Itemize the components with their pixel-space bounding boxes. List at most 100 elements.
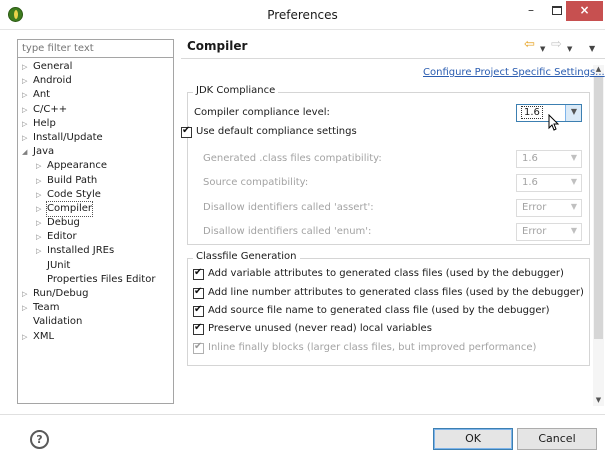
expand-triangle-icon[interactable]: ▷: [22, 88, 30, 102]
preferences-tree[interactable]: ▷ General ▷ Android ▷ Ant ▷ C/C++ ▷ Help ▷ Install/…: [17, 58, 174, 404]
maximize-icon: [552, 6, 562, 15]
tree-item[interactable]: ▷ Editor: [18, 230, 173, 244]
scroll-thumb[interactable]: [594, 76, 603, 339]
tree-item[interactable]: Properties Files Editor: [18, 273, 173, 287]
forward-history-dropdown-icon[interactable]: ▼: [567, 42, 572, 56]
tree-item[interactable]: ▷ Android: [18, 74, 173, 88]
tree-item[interactable]: ▷ Compiler: [18, 200, 173, 217]
jdk-compliance-title: JDK Compliance: [193, 85, 279, 96]
expand-triangle-icon[interactable]: ▷: [36, 202, 44, 216]
expand-triangle-icon[interactable]: ▷: [36, 174, 44, 188]
tree-item-label: XML: [33, 330, 55, 342]
compliance-setting-value: 1.6: [522, 177, 538, 188]
tree-item[interactable]: ▷ Debug: [18, 216, 173, 230]
tree-item-label: JUnit: [47, 259, 71, 271]
tree-item-label: Debug: [47, 217, 80, 229]
tree-item-label: Java: [33, 146, 55, 158]
tree-item-label: C/C++: [33, 103, 68, 115]
expand-triangle-icon[interactable]: ▷: [22, 103, 30, 117]
compliance-setting-label: Disallow identifiers called 'enum':: [203, 226, 372, 237]
window-title-bar: Preferences – ×: [0, 0, 605, 30]
tree-item[interactable]: ▷ General: [18, 60, 173, 74]
compliance-setting-select: 1.6 ▼: [516, 174, 582, 192]
checkbox-box[interactable]: [193, 322, 204, 335]
expand-triangle-icon[interactable]: ▷: [36, 216, 44, 230]
minimize-button[interactable]: –: [519, 1, 543, 21]
compliance-setting-label: Generated .class files compatibility:: [203, 153, 382, 164]
compliance-setting-select: Error ▼: [516, 199, 582, 217]
chevron-down-icon: ▼: [570, 177, 577, 186]
expand-triangle-icon[interactable]: ▷: [36, 188, 44, 202]
compliance-setting-label: Source compatibility:: [203, 177, 309, 188]
page-title: Compiler: [187, 39, 248, 53]
tree-item-label: Compiler: [45, 200, 94, 217]
chevron-down-icon: ▼: [570, 153, 577, 162]
tree-item[interactable]: ▷ Build Path: [18, 174, 173, 188]
page-scrollbar[interactable]: ▲ ▼: [593, 65, 604, 406]
tree-item[interactable]: ▷ Ant: [18, 88, 173, 102]
chevron-down-icon: ▼: [570, 226, 577, 235]
tree-item[interactable]: ▷ Installed JREs: [18, 244, 173, 258]
tree-item[interactable]: ▷ Install/Update: [18, 131, 173, 145]
expand-triangle-icon[interactable]: ▷: [22, 60, 30, 74]
collapse-triangle-icon[interactable]: ◢: [22, 145, 30, 159]
tree-item-label: Installed JREs: [47, 245, 115, 257]
expand-triangle-icon[interactable]: ▷: [36, 230, 44, 244]
close-button[interactable]: ×: [566, 1, 603, 21]
tree-item[interactable]: JUnit: [18, 259, 173, 273]
checkbox-box: [193, 341, 204, 354]
tree-item-label: Validation: [33, 316, 83, 328]
forward-arrow-icon[interactable]: ⇨: [551, 38, 562, 52]
expand-triangle-icon[interactable]: ▷: [36, 159, 44, 173]
compliance-setting-label: Disallow identifiers called 'assert':: [203, 202, 374, 213]
expand-triangle-icon[interactable]: ▷: [22, 287, 30, 301]
configure-project-settings-link[interactable]: Configure Project Specific Settings...: [423, 67, 605, 78]
checkbox-box[interactable]: [193, 267, 204, 280]
tree-item-label: Android: [33, 75, 72, 87]
tree-item[interactable]: Validation: [18, 315, 173, 329]
tree-item[interactable]: ▷ Team: [18, 301, 173, 315]
expand-triangle-icon[interactable]: ▷: [22, 301, 30, 315]
scroll-down-icon[interactable]: ▼: [593, 396, 604, 406]
back-arrow-icon[interactable]: ⇦: [524, 38, 535, 52]
classfile-option-label: Inline finally blocks (larger class file…: [208, 342, 537, 353]
window-title: Preferences: [267, 8, 338, 22]
cancel-button[interactable]: Cancel: [517, 428, 597, 450]
tree-item[interactable]: ▷ Run/Debug: [18, 287, 173, 301]
tree-item-label: Code Style: [47, 188, 101, 200]
header-divider: [181, 58, 605, 59]
mouse-cursor-icon: [548, 114, 560, 131]
filter-input[interactable]: [17, 39, 174, 58]
help-icon[interactable]: ?: [30, 430, 49, 449]
tree-item[interactable]: ▷ Code Style: [18, 188, 173, 202]
expand-triangle-icon[interactable]: ▷: [36, 244, 44, 258]
back-history-dropdown-icon[interactable]: ▼: [540, 42, 545, 56]
compliance-setting-select: Error ▼: [516, 223, 582, 241]
view-menu-icon[interactable]: ▼: [589, 42, 595, 56]
chevron-down-icon: ▼: [570, 107, 577, 116]
compliance-setting-select: 1.6 ▼: [516, 150, 582, 168]
tree-item[interactable]: ▷ C/C++: [18, 103, 173, 117]
tree-item[interactable]: ▷ XML: [18, 330, 173, 344]
classfile-option-label: Preserve unused (never read) local varia…: [208, 323, 432, 334]
footer-divider: [0, 414, 605, 415]
tree-item[interactable]: ◢ Java: [18, 145, 173, 159]
expand-triangle-icon[interactable]: ▷: [22, 74, 30, 88]
compliance-setting-value: 1.6: [522, 153, 538, 164]
tree-item-label: General: [33, 61, 73, 72]
checkbox-box[interactable]: [193, 286, 204, 299]
compliance-setting-value: Error: [522, 226, 547, 237]
compliance-level-label: Compiler compliance level:: [194, 107, 330, 118]
tree-item[interactable]: ▷ Help: [18, 117, 173, 131]
ok-button[interactable]: OK: [433, 428, 513, 450]
classfile-option-label: Add variable attributes to generated cla…: [208, 268, 564, 279]
checkbox-box[interactable]: [193, 304, 204, 317]
expand-triangle-icon[interactable]: ▷: [22, 330, 30, 344]
tree-item[interactable]: ▷ Appearance: [18, 159, 173, 173]
compliance-level-value: 1.6: [521, 106, 543, 119]
checkbox-box[interactable]: [181, 125, 192, 138]
expand-triangle-icon[interactable]: ▷: [22, 117, 30, 131]
expand-triangle-icon[interactable]: ▷: [22, 131, 30, 145]
classfile-option-label: Add line number attributes to generated …: [208, 287, 584, 298]
classfile-generation-title: Classfile Generation: [193, 251, 300, 262]
